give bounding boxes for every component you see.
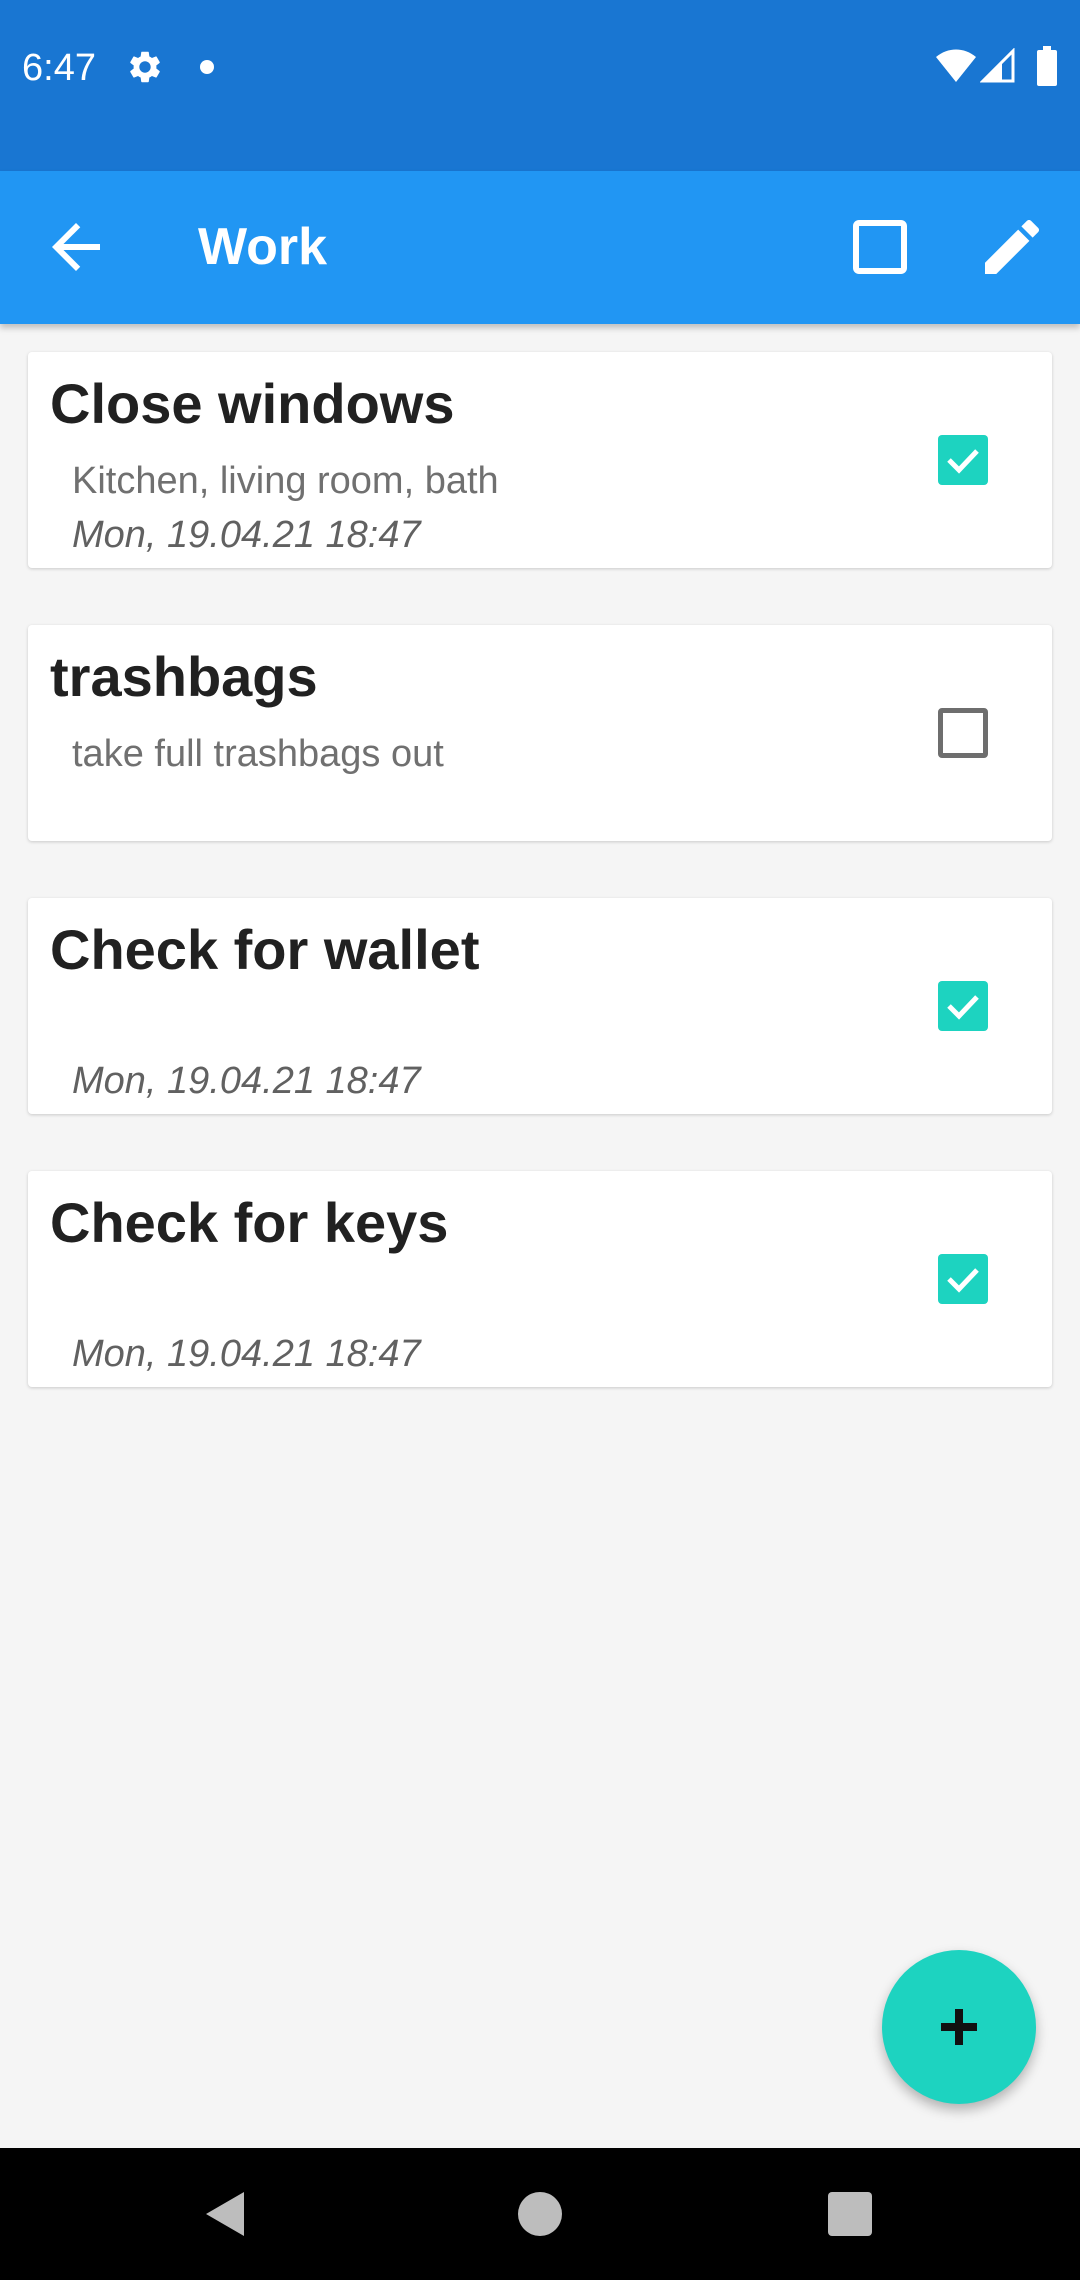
task-card[interactable]: Check for keys Mon, 19.04.21 18:47: [28, 1171, 1052, 1387]
task-title: Check for keys: [50, 1191, 449, 1254]
arrow-back-icon[interactable]: [40, 211, 112, 283]
task-card[interactable]: Check for wallet Mon, 19.04.21 18:47: [28, 898, 1052, 1114]
task-date: Mon, 19.04.21 18:47: [72, 1333, 421, 1375]
app-bar: Work: [0, 171, 1080, 324]
task-title: Check for wallet: [50, 918, 480, 981]
check-icon: [947, 1268, 979, 1293]
nav-recents-icon[interactable]: [828, 2192, 872, 2236]
task-checkbox[interactable]: [938, 981, 988, 1031]
check-icon: [947, 449, 979, 474]
checkbox-outline-icon[interactable]: [844, 211, 916, 283]
task-date: Mon, 19.04.21 18:47: [72, 1060, 421, 1102]
pencil-icon[interactable]: [976, 211, 1048, 283]
task-title: Close windows: [50, 372, 455, 435]
task-checkbox[interactable]: [938, 435, 988, 485]
wifi-icon: [936, 49, 976, 82]
check-icon: [947, 995, 979, 1020]
nav-home-icon[interactable]: [518, 2192, 562, 2236]
nav-back-icon[interactable]: [200, 2186, 256, 2242]
battery-icon: [1037, 46, 1057, 86]
status-time: 6:47: [22, 47, 96, 89]
task-card[interactable]: Close windows Kitchen, living room, bath…: [28, 352, 1052, 568]
status-bar: 6:47: [0, 0, 1080, 171]
task-description: Kitchen, living room, bath: [72, 460, 499, 502]
task-date: Mon, 19.04.21 18:47: [72, 514, 421, 556]
task-checkbox[interactable]: [938, 1254, 988, 1304]
notification-dot-icon: [200, 60, 214, 74]
plus-icon: [941, 2009, 977, 2045]
cell-signal-icon: [980, 48, 1015, 83]
gear-icon: [130, 51, 160, 83]
page-title: Work: [198, 218, 328, 276]
system-nav-bar: [0, 2148, 1080, 2280]
task-card[interactable]: trashbags take full trashbags out: [28, 625, 1052, 841]
task-checkbox[interactable]: [938, 708, 988, 758]
task-title: trashbags: [50, 645, 318, 708]
task-description: take full trashbags out: [72, 733, 444, 775]
add-task-button[interactable]: [882, 1950, 1036, 2104]
